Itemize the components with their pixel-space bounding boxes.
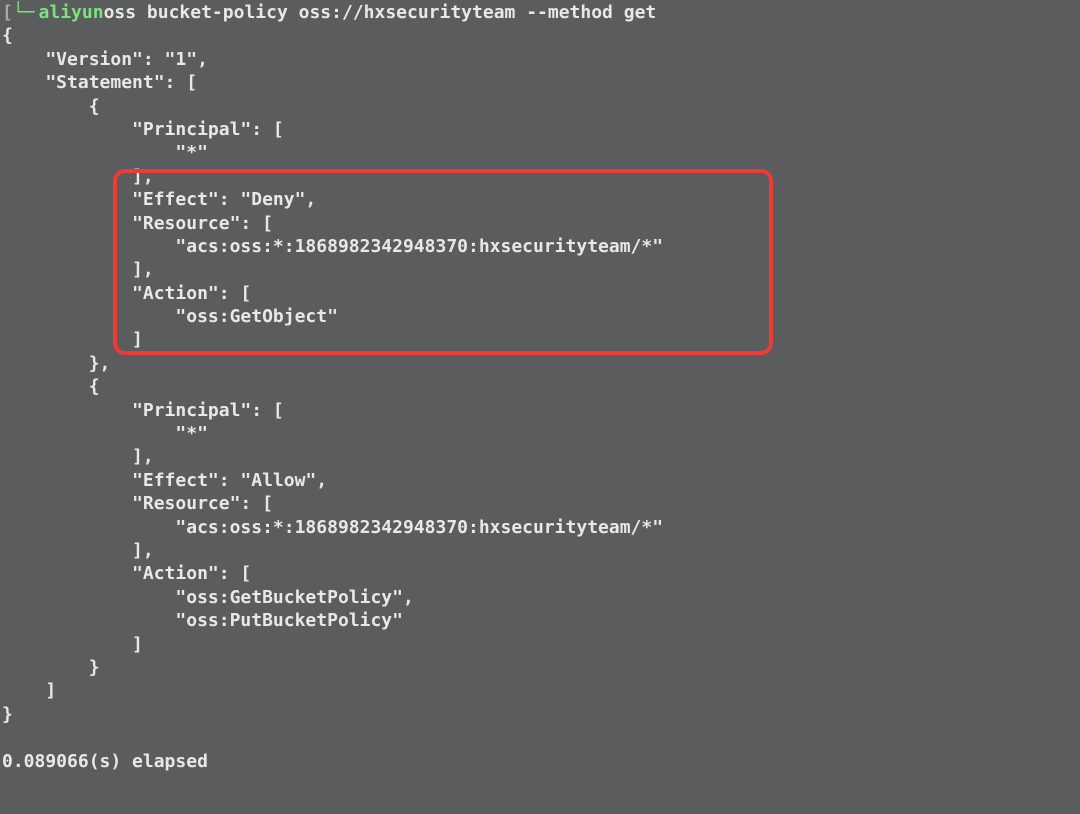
output-line: "Action": [ (2, 563, 251, 584)
output-line: "Action": [ (2, 283, 251, 304)
command-arguments: oss bucket-policy oss://hxsecurityteam -… (104, 1, 657, 24)
output-line: ], (2, 166, 154, 187)
output-line: { (2, 376, 100, 397)
output-line: "oss:PutBucketPolicy" (2, 610, 403, 631)
output-line: ] (2, 329, 143, 350)
output-line: } (2, 704, 13, 725)
command-executable: aliyun (39, 1, 104, 24)
output-line: ], (2, 540, 154, 561)
terminal-output[interactable]: [ └─ aliyun oss bucket-policy oss://hxse… (0, 0, 1080, 774)
output-line: "Principal": [ (2, 400, 284, 421)
command-prompt-line: [ └─ aliyun oss bucket-policy oss://hxse… (2, 0, 1080, 24)
output-line: "*" (2, 423, 208, 444)
output-line: "Statement": [ (2, 72, 197, 93)
output-line: ], (2, 259, 154, 280)
output-line: { (2, 96, 100, 117)
json-policy-output: { "Version": "1", "Statement": [ { "Prin… (2, 24, 1080, 726)
output-line: ], (2, 446, 154, 467)
output-line: "acs:oss:*:1868982342948370:hxsecurityte… (2, 236, 663, 257)
output-line: ] (2, 634, 143, 655)
output-line: "*" (2, 142, 208, 163)
output-line: "oss:GetBucketPolicy", (2, 587, 414, 608)
elapsed-time-text: 0.089066(s) elapsed (2, 750, 1080, 773)
prompt-arrow-icon: └─ (13, 1, 35, 24)
output-line: "Resource": [ (2, 493, 273, 514)
output-line: "oss:GetObject" (2, 306, 338, 327)
output-line: "acs:oss:*:1868982342948370:hxsecurityte… (2, 517, 663, 538)
output-line: "Effect": "Allow", (2, 470, 327, 491)
output-line: "Resource": [ (2, 213, 273, 234)
output-line: "Version": "1", (2, 49, 208, 70)
prompt-open-bracket: [ (2, 1, 13, 24)
output-line: } (2, 657, 100, 678)
output-line: "Effect": "Deny", (2, 189, 316, 210)
output-line: ] (2, 680, 56, 701)
output-line: { (2, 25, 13, 46)
output-line: "Principal": [ (2, 119, 284, 140)
output-line: }, (2, 353, 110, 374)
